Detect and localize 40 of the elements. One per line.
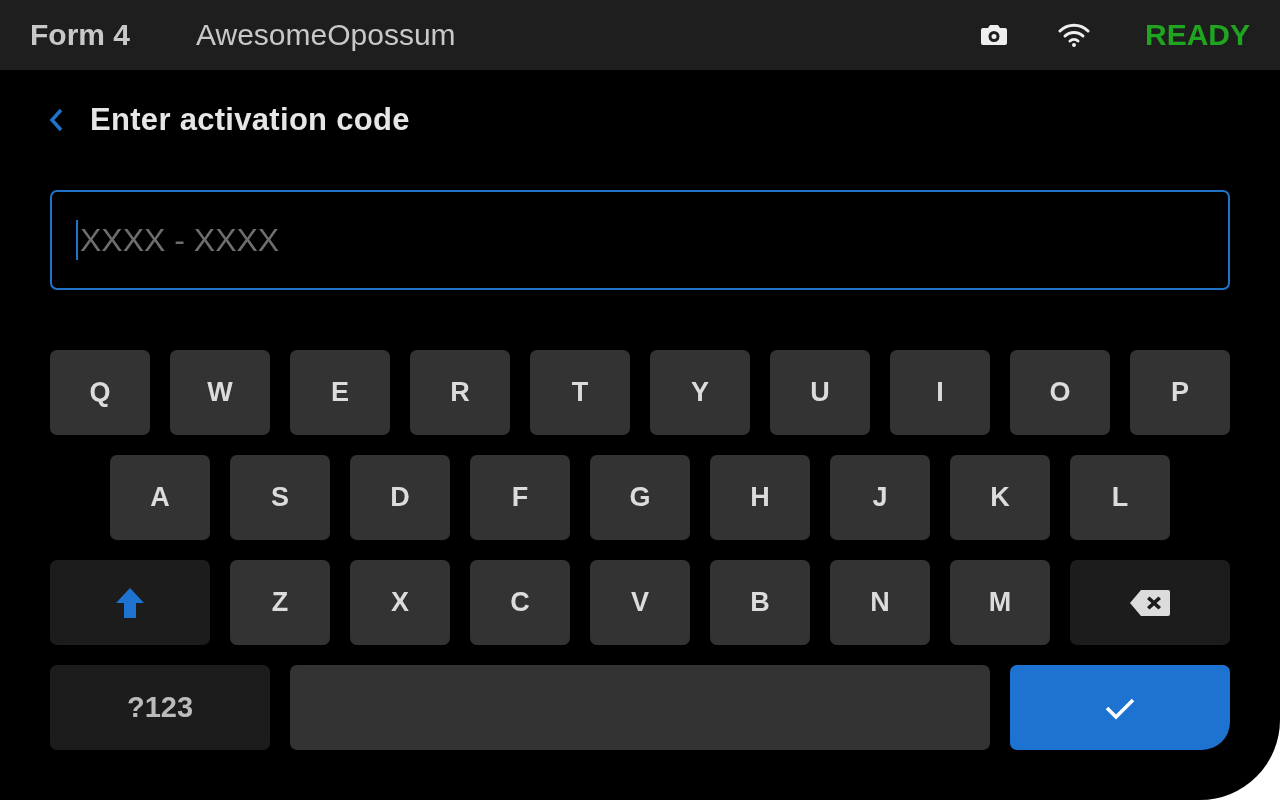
wifi-icon	[1058, 23, 1090, 47]
key[interactable]: P	[1130, 350, 1230, 435]
key[interactable]: Y	[650, 350, 750, 435]
printer-status: READY	[1145, 18, 1250, 52]
page-title: Enter activation code	[90, 102, 410, 138]
key[interactable]: I	[890, 350, 990, 435]
shift-key[interactable]	[50, 560, 210, 645]
key[interactable]: E	[290, 350, 390, 435]
key[interactable]: V	[590, 560, 690, 645]
key[interactable]: L	[1070, 455, 1170, 540]
key[interactable]: Q	[50, 350, 150, 435]
key[interactable]: M	[950, 560, 1050, 645]
key[interactable]: T	[530, 350, 630, 435]
arrow-up-icon	[115, 586, 145, 619]
key[interactable]: G	[590, 455, 690, 540]
key[interactable]: C	[470, 560, 570, 645]
key[interactable]: W	[170, 350, 270, 435]
printer-model: Form 4	[30, 18, 131, 52]
key[interactable]: S	[230, 455, 330, 540]
text-cursor	[76, 220, 78, 260]
key[interactable]: N	[830, 560, 930, 645]
key[interactable]: R	[410, 350, 510, 435]
printer-name: AwesomeOpossum	[196, 18, 456, 52]
key[interactable]: Z	[230, 560, 330, 645]
key[interactable]: F	[470, 455, 570, 540]
key[interactable]: X	[350, 560, 450, 645]
chevron-left-icon	[49, 108, 63, 132]
key[interactable]: D	[350, 455, 450, 540]
key[interactable]: U	[770, 350, 870, 435]
key[interactable]: B	[710, 560, 810, 645]
key[interactable]: A	[110, 455, 210, 540]
backspace-key[interactable]	[1070, 560, 1230, 645]
key[interactable]: K	[950, 455, 1050, 540]
backspace-icon	[1129, 588, 1171, 617]
key[interactable]: H	[710, 455, 810, 540]
activation-code-field[interactable]: XXXX - XXXX	[50, 190, 1230, 290]
key[interactable]: J	[830, 455, 930, 540]
camera-icon	[980, 24, 1008, 46]
key[interactable]: O	[1010, 350, 1110, 435]
symbols-key[interactable]: ?123	[50, 665, 270, 750]
